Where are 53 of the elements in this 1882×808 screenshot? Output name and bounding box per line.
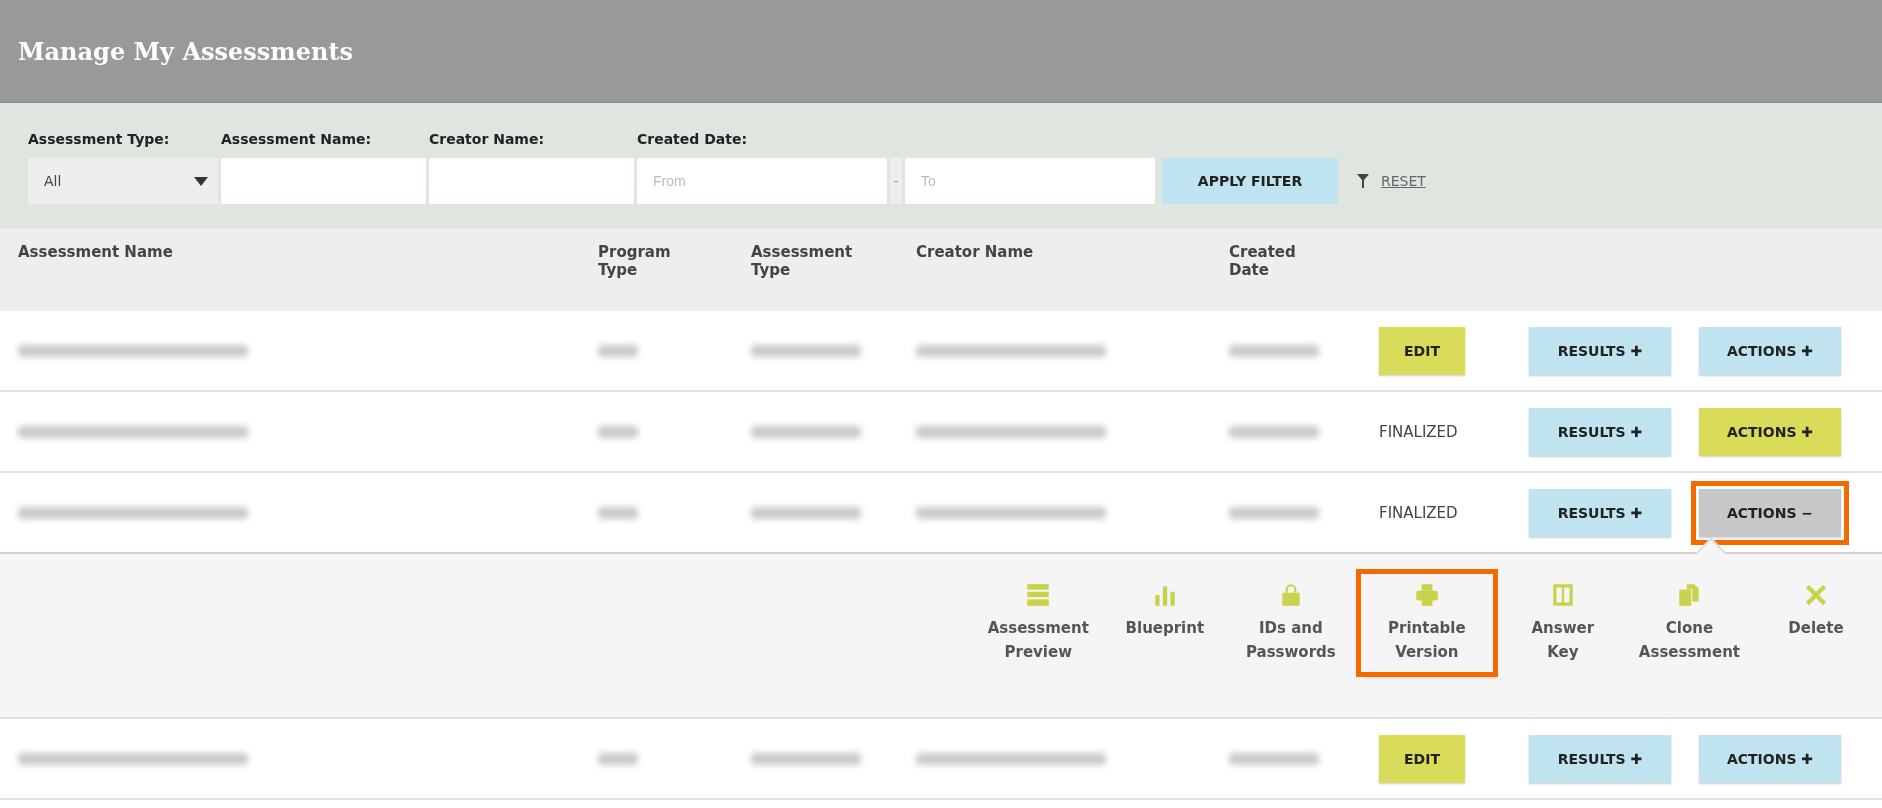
action-label: Clone Assessment <box>1638 618 1740 663</box>
actions-button[interactable]: ACTIONS ✚ <box>1699 734 1841 783</box>
column-header: Assessment Type <box>751 243 854 281</box>
blurred-text <box>598 425 638 438</box>
from-date-field[interactable]: From <box>637 158 887 204</box>
blurred-text <box>598 506 638 519</box>
filter-label: Creator Name: <box>429 131 546 147</box>
caret-icon <box>194 176 208 186</box>
filter-label: Assessment Name: <box>221 131 373 147</box>
action-label: Delete <box>1788 618 1844 639</box>
actions-button[interactable]: ACTIONS ✚ <box>1699 326 1841 375</box>
action-label: Answer Key <box>1531 618 1595 663</box>
action-item[interactable]: Blueprint <box>1108 574 1221 648</box>
filter-label: Assessment Type: <box>28 131 171 147</box>
to-date-field[interactable]: To <box>905 158 1155 204</box>
name-field[interactable] <box>221 158 426 204</box>
apply-filter-button[interactable]: APPLY FILTER <box>1162 158 1338 204</box>
status-text: FINALIZED <box>1379 504 1458 522</box>
actions-button[interactable]: ACTIONS ✚ <box>1699 407 1841 456</box>
blurred-text <box>598 752 638 765</box>
column-header: Program Type <box>598 243 672 281</box>
page-title: Manage My Assessments <box>18 36 354 66</box>
results-button[interactable]: RESULTS ✚ <box>1529 407 1671 456</box>
results-button[interactable]: RESULTS ✚ <box>1529 734 1671 783</box>
status-text: FINALIZED <box>1379 423 1458 441</box>
results-button[interactable]: RESULTS ✚ <box>1529 326 1671 375</box>
action-item[interactable]: IDs and Passwords <box>1234 574 1347 672</box>
blurred-text <box>598 344 638 357</box>
column-header: Assessment Name <box>18 243 174 263</box>
creator-field[interactable] <box>429 158 634 204</box>
date-separator: - <box>890 158 902 204</box>
actions-button[interactable]: ACTIONS − <box>1699 488 1841 537</box>
printer-icon <box>1413 582 1440 608</box>
column-header: Created Date <box>1229 243 1297 281</box>
edit-button[interactable]: EDIT <box>1379 326 1465 375</box>
action-label: IDs and Passwords <box>1245 618 1336 663</box>
results-button[interactable]: RESULTS ✚ <box>1529 488 1671 537</box>
action-item[interactable]: Answer Key <box>1506 574 1619 672</box>
close-icon <box>1803 582 1829 608</box>
type-select[interactable]: All <box>28 158 218 204</box>
column-header: Creator Name <box>916 243 1035 263</box>
action-item[interactable]: Printable Version <box>1360 574 1493 672</box>
action-item[interactable]: Clone Assessment <box>1632 574 1746 672</box>
reset-link[interactable]: RESET <box>1381 173 1426 189</box>
filter-icon <box>1357 174 1369 188</box>
edit-button[interactable]: EDIT <box>1379 734 1465 783</box>
action-label: Printable Version <box>1388 618 1466 663</box>
filter-label: Created Date: <box>637 131 749 147</box>
action-item[interactable]: Delete <box>1760 574 1872 648</box>
action-label: Blueprint <box>1125 618 1205 639</box>
list-icon <box>1025 582 1052 608</box>
action-item[interactable]: Assessment Preview <box>981 574 1095 672</box>
action-label: Assessment Preview <box>987 618 1089 663</box>
